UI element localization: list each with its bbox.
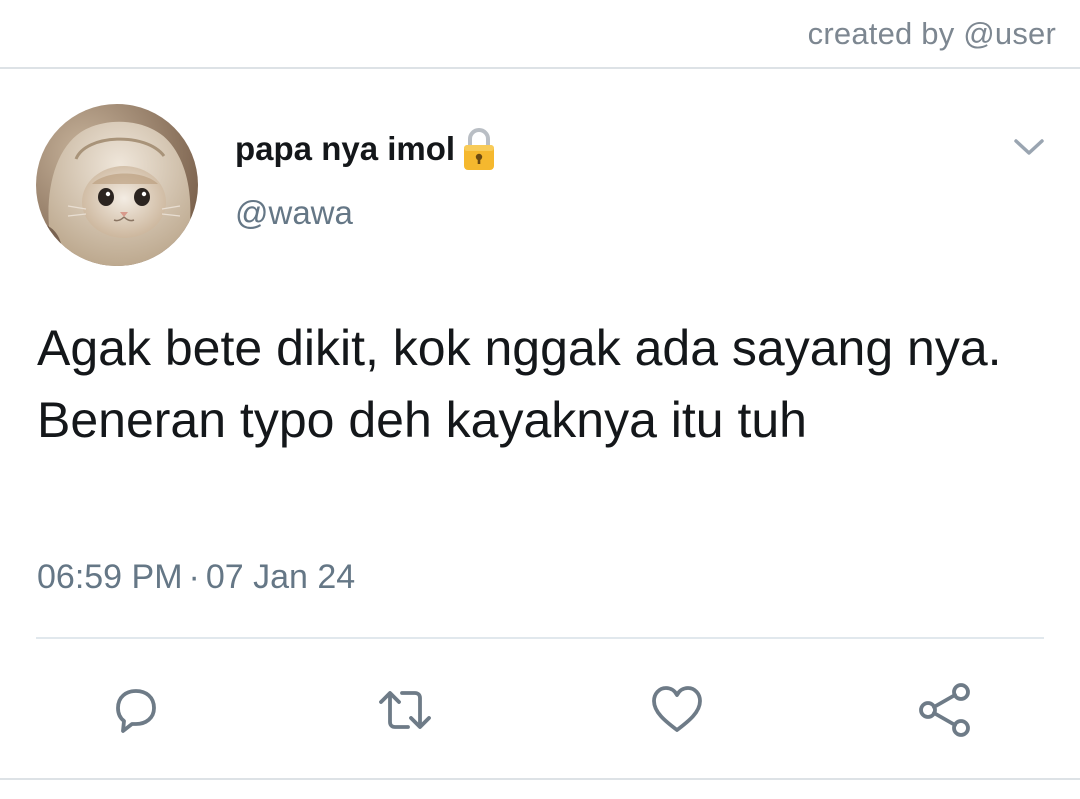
retweet-button[interactable] [375, 680, 435, 740]
display-name[interactable]: papa nya imol [235, 130, 455, 168]
like-button[interactable] [647, 680, 707, 740]
tweet-text: Agak bete dikit, kok nggak ada sayang ny… [37, 320, 1002, 448]
like-icon [652, 686, 702, 732]
author-handle[interactable]: @wawa [235, 194, 353, 232]
tweet-time: 06:59 PM [37, 558, 183, 596]
tweet-screenshot: created by @user papa nya imol @wawa Aga… [0, 0, 1080, 799]
timestamp-separator: · [188, 558, 200, 596]
lock-icon [464, 128, 495, 170]
share-button[interactable] [914, 680, 974, 740]
share-icon [919, 683, 970, 737]
reply-button[interactable] [106, 680, 166, 740]
tweet-date: 07 Jan 24 [205, 558, 356, 596]
top-bar: created by @user [0, 0, 1080, 68]
author-name-row: papa nya imol [235, 124, 497, 174]
chevron-down-icon[interactable] [1012, 134, 1046, 160]
cat-avatar-icon [36, 104, 198, 266]
bottom-divider [0, 778, 1080, 780]
avatar[interactable] [36, 104, 198, 266]
tweet-timestamp[interactable]: 06:59 PM · 07 Jan 24 [37, 558, 355, 597]
retweet-icon [379, 691, 431, 729]
reply-icon [116, 689, 156, 733]
top-divider [0, 67, 1080, 69]
action-bar-divider [36, 637, 1044, 639]
credit-label: created by @user [807, 16, 1056, 51]
